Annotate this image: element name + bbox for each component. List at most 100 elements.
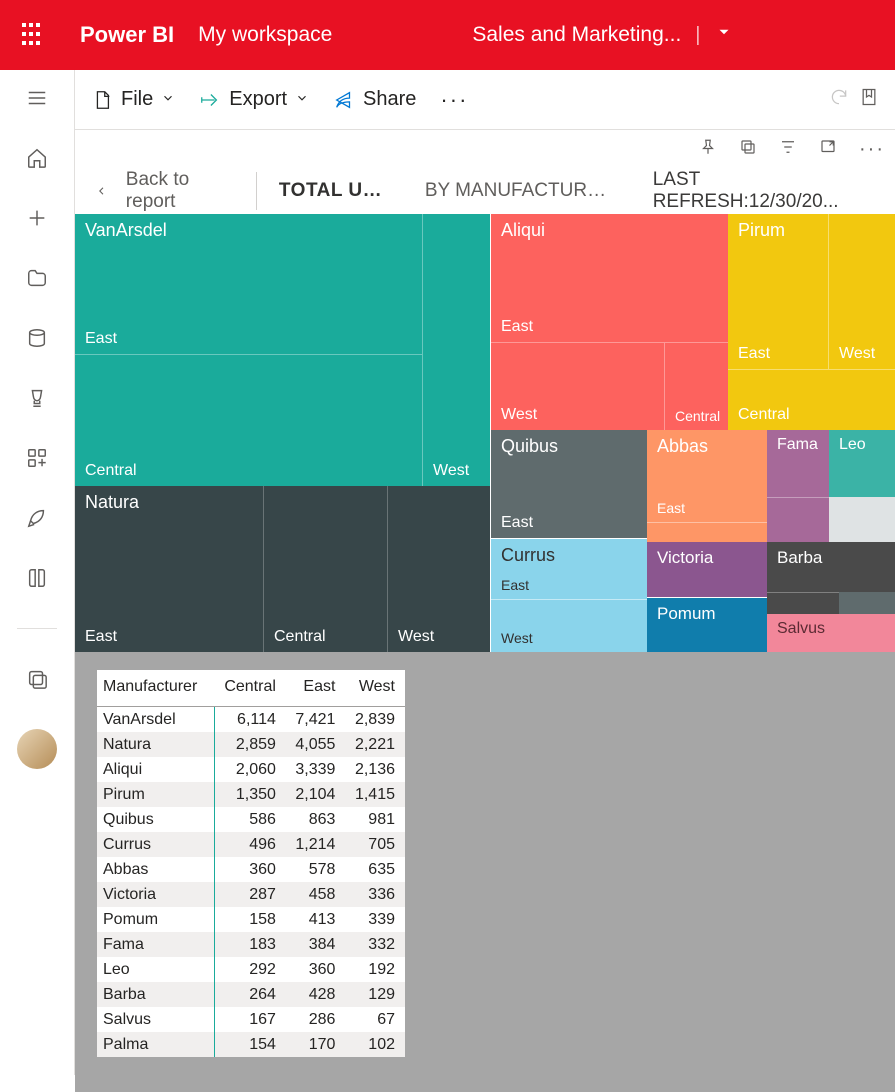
file-menu[interactable]: File bbox=[91, 88, 175, 111]
user-avatar[interactable] bbox=[17, 729, 57, 769]
cell-east: 384 bbox=[286, 932, 346, 957]
refresh-icon[interactable] bbox=[829, 87, 849, 112]
table-row[interactable]: Aliqui2,0603,3392,136 bbox=[97, 757, 405, 782]
treemap-visual[interactable]: VanArsdel East Central West Natura East … bbox=[75, 214, 895, 652]
tile-victoria: Victoria bbox=[657, 548, 713, 568]
share-label: Share bbox=[363, 88, 416, 111]
cell-central: 167 bbox=[214, 1007, 286, 1032]
table-row[interactable]: Salvus16728667 bbox=[97, 1007, 405, 1032]
cell-east: 1,214 bbox=[286, 832, 346, 857]
deploy-icon[interactable] bbox=[23, 504, 51, 532]
tile-leo: Leo bbox=[839, 436, 866, 454]
create-icon[interactable] bbox=[23, 204, 51, 232]
report-canvas: ··· Back to report TOTAL UNI... BY MANUF… bbox=[75, 130, 895, 1075]
top-header: Power BI My workspace Sales and Marketin… bbox=[0, 0, 895, 70]
tile-vanarsdel-west: West bbox=[433, 462, 469, 480]
table-row[interactable]: Abbas360578635 bbox=[97, 857, 405, 882]
cell-east: 2,104 bbox=[286, 782, 346, 807]
col-east[interactable]: East bbox=[286, 670, 346, 707]
cell-west: 1,415 bbox=[345, 782, 405, 807]
pin-icon[interactable] bbox=[699, 138, 717, 161]
visual-actions: ··· bbox=[75, 130, 895, 168]
cell-central: 1,350 bbox=[214, 782, 286, 807]
browse-icon[interactable] bbox=[23, 264, 51, 292]
matrix-visual[interactable]: Manufacturer Central East West VanArsdel… bbox=[97, 670, 405, 1057]
tile-natura-west: West bbox=[398, 628, 434, 646]
datahub-icon[interactable] bbox=[23, 324, 51, 352]
table-row[interactable]: VanArsdel6,1147,4212,839 bbox=[97, 707, 405, 733]
cell-manufacturer: Victoria bbox=[97, 882, 214, 907]
tile-currus: Currus bbox=[501, 545, 555, 566]
cell-central: 6,114 bbox=[214, 707, 286, 733]
learn-icon[interactable] bbox=[23, 564, 51, 592]
cell-west: 192 bbox=[345, 957, 405, 982]
tile-currus-east: East bbox=[501, 577, 529, 593]
tile-pomum: Pomum bbox=[657, 604, 716, 624]
tab-total-units[interactable]: TOTAL UNI... bbox=[279, 180, 391, 202]
rail-divider bbox=[17, 628, 57, 629]
tile-aliqui-west: West bbox=[501, 406, 537, 424]
tile-natura: Natura bbox=[85, 492, 139, 513]
cell-east: 170 bbox=[286, 1032, 346, 1057]
tile-abbas: Abbas bbox=[657, 436, 708, 457]
focus-icon[interactable] bbox=[819, 138, 837, 161]
table-row[interactable]: Barba264428129 bbox=[97, 982, 405, 1007]
cell-west: 102 bbox=[345, 1032, 405, 1057]
brand-label[interactable]: Power BI bbox=[80, 22, 174, 48]
cell-manufacturer: Leo bbox=[97, 957, 214, 982]
tile-aliqui: Aliqui bbox=[501, 220, 545, 241]
cell-central: 292 bbox=[214, 957, 286, 982]
table-row[interactable]: Quibus586863981 bbox=[97, 807, 405, 832]
share-menu[interactable]: Share bbox=[333, 88, 416, 111]
tile-quibus-east: East bbox=[501, 514, 533, 532]
cell-west: 2,136 bbox=[345, 757, 405, 782]
goals-icon[interactable] bbox=[23, 384, 51, 412]
visual-more-options[interactable]: ··· bbox=[859, 138, 885, 161]
bookmark-icon[interactable] bbox=[859, 87, 879, 112]
tile-pirum-west: West bbox=[839, 345, 875, 363]
export-label: Export bbox=[229, 88, 287, 111]
apps-icon[interactable] bbox=[23, 444, 51, 472]
chevron-down-icon bbox=[161, 88, 175, 111]
table-area: Manufacturer Central East West VanArsdel… bbox=[75, 652, 895, 1092]
export-menu[interactable]: Export bbox=[199, 88, 309, 111]
waffle-icon[interactable] bbox=[22, 23, 46, 47]
cell-east: 428 bbox=[286, 982, 346, 1007]
table-row[interactable]: Pirum1,3502,1041,415 bbox=[97, 782, 405, 807]
cell-east: 4,055 bbox=[286, 732, 346, 757]
table-row[interactable]: Victoria287458336 bbox=[97, 882, 405, 907]
tile-vanarsdel-central: Central bbox=[85, 462, 137, 480]
table-row[interactable]: Pomum158413339 bbox=[97, 907, 405, 932]
tile-aliqui-east: East bbox=[501, 318, 533, 336]
chevron-down-icon bbox=[295, 88, 309, 111]
header-divider: | bbox=[695, 24, 700, 47]
table-row[interactable]: Currus4961,214705 bbox=[97, 832, 405, 857]
col-central[interactable]: Central bbox=[214, 670, 286, 707]
cell-manufacturer: Abbas bbox=[97, 857, 214, 882]
col-west[interactable]: West bbox=[345, 670, 405, 707]
back-to-report[interactable]: Back to report bbox=[95, 172, 257, 210]
copy-icon[interactable] bbox=[739, 138, 757, 161]
table-row[interactable]: Fama183384332 bbox=[97, 932, 405, 957]
table-row[interactable]: Palma154170102 bbox=[97, 1032, 405, 1057]
cell-central: 264 bbox=[214, 982, 286, 1007]
drill-breadcrumb-row: Back to report TOTAL UNI... BY MANUFACTU… bbox=[75, 168, 895, 214]
tab-by-manufacturer[interactable]: BY MANUFACTURER ... bbox=[425, 180, 619, 202]
table-row[interactable]: Leo292360192 bbox=[97, 957, 405, 982]
cell-west: 129 bbox=[345, 982, 405, 1007]
cell-east: 360 bbox=[286, 957, 346, 982]
cell-west: 67 bbox=[345, 1007, 405, 1032]
cell-central: 2,060 bbox=[214, 757, 286, 782]
table-row[interactable]: Natura2,8594,0552,221 bbox=[97, 732, 405, 757]
report-title[interactable]: Sales and Marketing... bbox=[472, 23, 681, 47]
workspace-link[interactable]: My workspace bbox=[198, 23, 332, 47]
tile-vanarsdel-east: East bbox=[85, 330, 117, 348]
filter-icon[interactable] bbox=[779, 138, 797, 161]
cell-central: 287 bbox=[214, 882, 286, 907]
report-dropdown-icon[interactable] bbox=[715, 23, 733, 47]
col-manufacturer[interactable]: Manufacturer bbox=[97, 670, 214, 707]
more-options[interactable]: ··· bbox=[440, 87, 468, 113]
workspaces-icon[interactable] bbox=[23, 665, 51, 693]
home-icon[interactable] bbox=[23, 144, 51, 172]
hamburger-icon[interactable] bbox=[23, 84, 51, 112]
